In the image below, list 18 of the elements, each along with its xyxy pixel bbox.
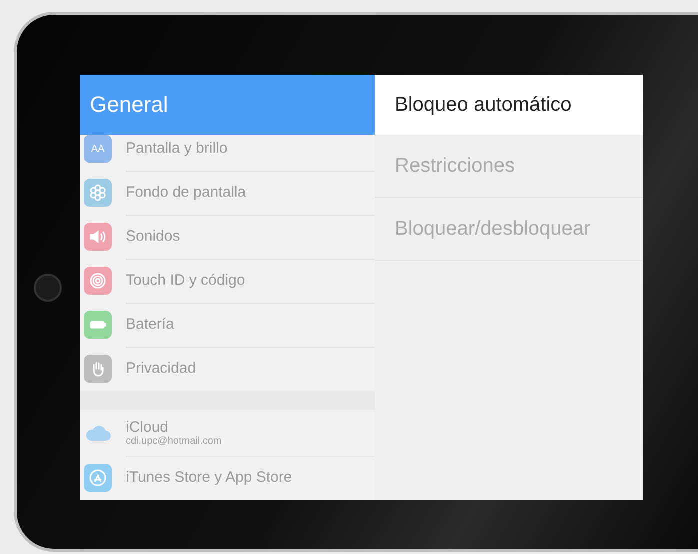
detail-item[interactable]: Restricciones	[375, 135, 643, 198]
sidebar-title: General	[80, 75, 375, 135]
setting-label[interactable]: Batería	[126, 316, 375, 333]
app-store-icon	[89, 469, 107, 487]
flower-icon	[89, 184, 107, 202]
setting-label[interactable]: Pantalla y brillo	[126, 140, 375, 157]
setting-label[interactable]: Fondo de pantalla	[126, 184, 375, 201]
detail-item[interactable]: Bloqueo automático	[375, 75, 643, 135]
setting-label[interactable]: iTunes Store y App Store	[126, 469, 375, 486]
home-button[interactable]	[34, 274, 62, 302]
detail-item[interactable]: Bloquear/desbloquear	[375, 198, 643, 261]
display-icon: AA	[84, 135, 112, 163]
setting-label[interactable]: Touch ID y código	[126, 272, 375, 289]
setting-label[interactable]: Sonidos	[126, 228, 375, 245]
setting-label[interactable]: iCloud	[126, 418, 375, 436]
speaker-icon	[89, 228, 107, 246]
account-email: cdi.upc@hotmail.com	[126, 436, 223, 446]
setting-label[interactable]: Privacidad	[126, 360, 375, 377]
